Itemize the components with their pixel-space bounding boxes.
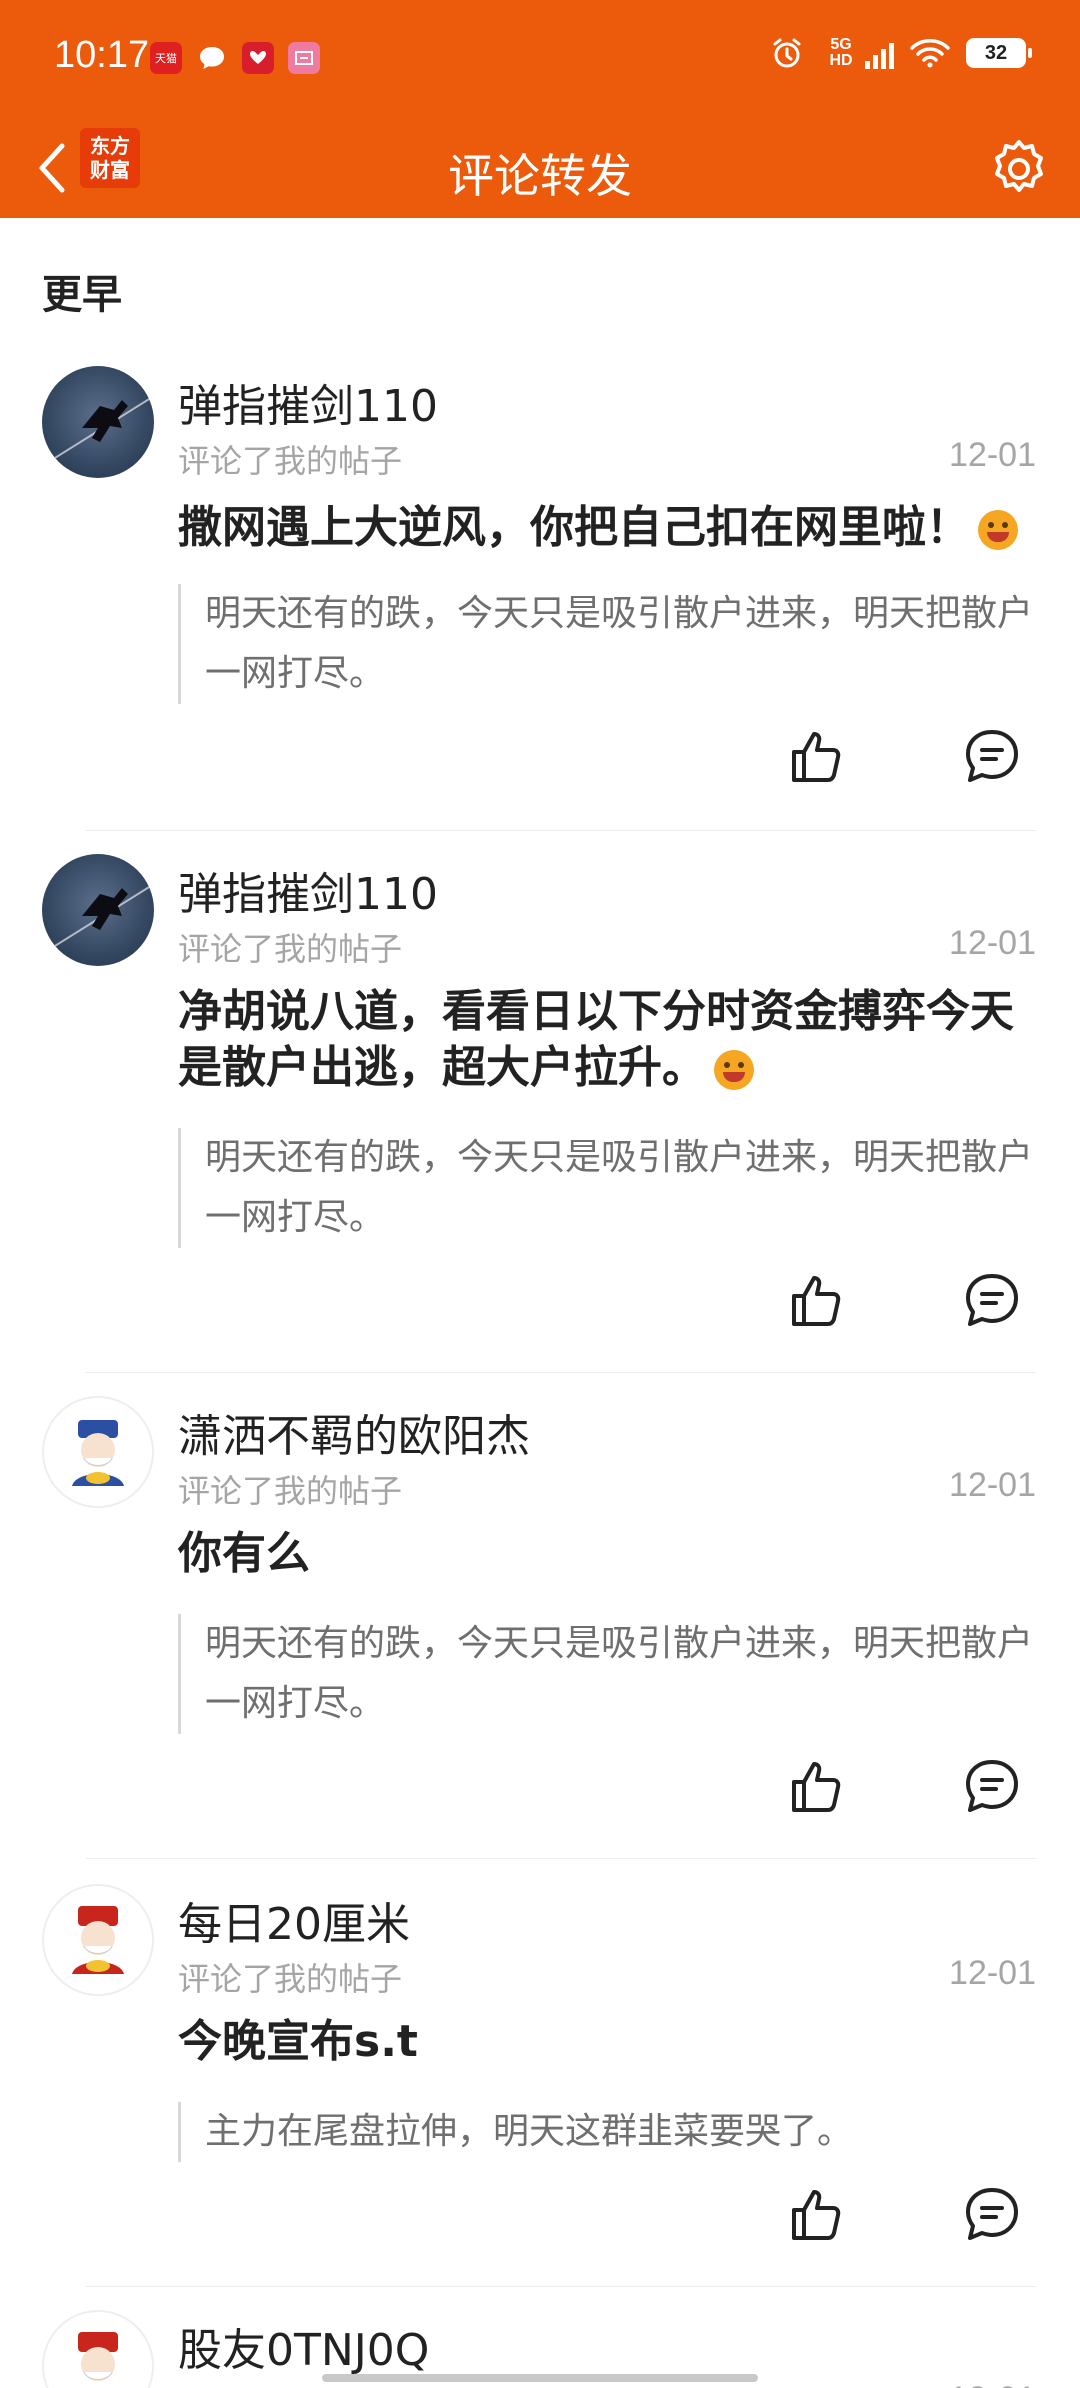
section-header: 更早 (42, 272, 122, 318)
like-icon[interactable] (788, 2184, 848, 2244)
status-right-icons: 5G HD 32 (770, 36, 1032, 70)
avatar[interactable] (42, 854, 154, 966)
comment-card[interactable]: 潇洒不羁的欧阳杰 评论了我的帖子 12-01 你有么 明天还有的跌，今天只是吸引… (0, 1396, 1080, 1858)
comment-date: 12-01 (949, 2380, 1036, 2388)
quoted-post[interactable]: 明天还有的跌，今天只是吸引散户进来，明天把散户一网打尽。 (178, 1614, 1036, 1734)
battery-indicator: 32 (966, 38, 1032, 68)
username[interactable]: 股友0TNJ0Q (178, 2314, 429, 2378)
avatar[interactable] (42, 2310, 154, 2388)
divider (86, 1858, 1036, 1859)
comment-date: 12-01 (949, 1954, 1036, 1992)
alarm-icon (773, 38, 801, 68)
avatar-image (42, 395, 154, 467)
comment-text[interactable]: 你有么 (178, 1526, 1036, 1582)
status-app-icons: 天猫 (150, 42, 320, 74)
divider (86, 1372, 1036, 1373)
like-icon[interactable] (788, 1270, 848, 1330)
message-app-icon (196, 42, 228, 74)
laughing-emoji-icon (978, 510, 1018, 550)
quoted-post[interactable]: 明天还有的跌，今天只是吸引散户进来，明天把散户一网打尽。 (178, 1128, 1036, 1248)
like-icon[interactable] (788, 726, 848, 786)
comment-card[interactable]: 每日20厘米 评论了我的帖子 12-01 今晚宣布s.t 主力在尾盘拉伸，明天这… (0, 1884, 1080, 2286)
action-text: 评论了我的帖子 (178, 442, 403, 480)
status-time: 10:17 (54, 34, 150, 76)
comment-date: 12-01 (949, 924, 1036, 962)
status-bar: 10:17 天猫 5G HD 32 (0, 0, 1080, 118)
comment-text[interactable]: 今晚宣布s.t (178, 2014, 1036, 2070)
tmall-app-icon: 天猫 (150, 42, 182, 74)
signal-icon: 5G HD (820, 37, 894, 69)
quoted-post[interactable]: 主力在尾盘拉伸，明天这群韭菜要哭了。 (178, 2102, 1036, 2162)
quoted-post[interactable]: 明天还有的跌，今天只是吸引散户进来，明天把散户一网打尽。 (178, 584, 1036, 704)
comment-icon[interactable] (962, 2184, 1022, 2244)
like-icon[interactable] (788, 1756, 848, 1816)
comment-text[interactable]: 撒网遇上大逆风，你把自己扣在网里啦！ (178, 500, 1036, 556)
comment-date: 12-01 (949, 1466, 1036, 1504)
caishen-avatar-image (72, 1420, 124, 1486)
settings-button[interactable] (984, 134, 1054, 204)
divider (86, 2286, 1036, 2287)
nav-bar: 东方 财富 评论转发 (0, 118, 1080, 218)
crying-laughing-emoji-icon (714, 1050, 754, 1090)
avatar[interactable] (42, 366, 154, 478)
comment-card[interactable]: 弹指摧剑110 评论了我的帖子 12-01 撒网遇上大逆风，你把自己扣在网里啦！… (0, 366, 1080, 830)
comment-icon[interactable] (962, 726, 1022, 786)
username[interactable]: 潇洒不羁的欧阳杰 (178, 1400, 530, 1464)
avatar[interactable] (42, 1884, 154, 1996)
home-indicator[interactable] (322, 2374, 758, 2382)
caishen-avatar-image (78, 2332, 118, 2381)
wifi-icon (910, 39, 950, 68)
gear-icon (995, 140, 1043, 192)
app-pink-icon (288, 42, 320, 74)
avatar[interactable] (42, 1396, 154, 1508)
divider (86, 830, 1036, 831)
avatar-image (42, 883, 154, 955)
comment-text[interactable]: 净胡说八道，看看日以下分时资金搏弈今天是散户出逃，超大户拉升。 (178, 984, 1036, 1096)
page-title: 评论转发 (448, 149, 632, 203)
comment-icon[interactable] (962, 1756, 1022, 1816)
comment-card[interactable]: 弹指摧剑110 评论了我的帖子 12-01 净胡说八道，看看日以下分时资金搏弈今… (0, 854, 1080, 1372)
username[interactable]: 弹指摧剑110 (178, 370, 438, 434)
username[interactable]: 弹指摧剑110 (178, 858, 438, 922)
action-text: 评论了我的帖子 (178, 1960, 403, 1998)
app-red-icon (242, 42, 274, 74)
action-text: 评论了我的帖子 (178, 930, 403, 968)
username[interactable]: 每日20厘米 (178, 1888, 410, 1952)
action-text: 评论了我的帖子 (178, 1472, 403, 1510)
comment-date: 12-01 (949, 436, 1036, 474)
caishen-avatar-image (72, 1906, 124, 1974)
comment-icon[interactable] (962, 1270, 1022, 1330)
